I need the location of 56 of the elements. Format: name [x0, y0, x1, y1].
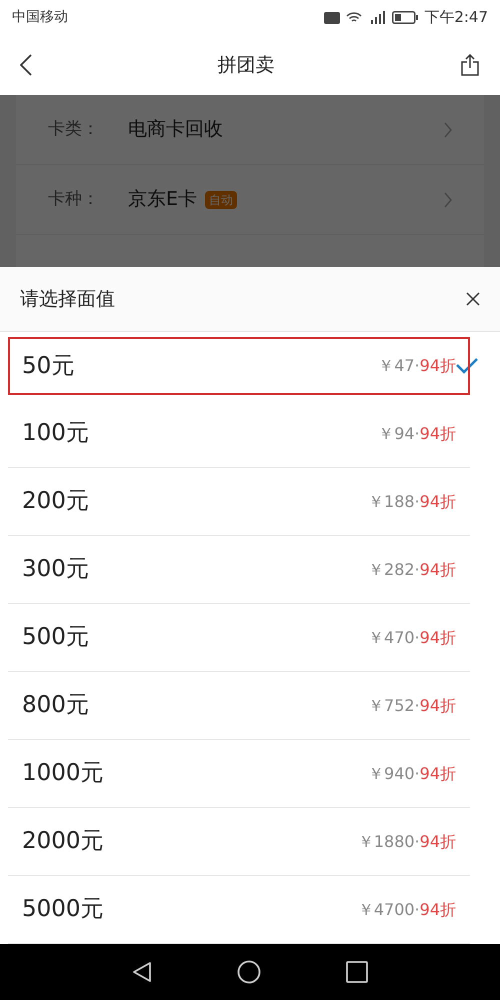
discount-text: 94折	[420, 762, 456, 784]
amount-label: 50元	[22, 352, 76, 381]
checkmark-icon	[456, 358, 478, 374]
amount-label: 800元	[22, 691, 90, 720]
price-text: ￥752·	[368, 694, 420, 716]
page-title: 拼团卖	[218, 52, 274, 78]
price-text: ￥4700·	[358, 898, 420, 920]
field-label: 卡类：	[48, 118, 100, 141]
price-text: ￥282·	[368, 558, 420, 580]
price-text: ￥940·	[368, 762, 420, 784]
price-text: ￥188·	[368, 490, 420, 512]
discount-text: 94折	[420, 558, 456, 580]
share-icon[interactable]	[460, 54, 480, 76]
sheet-title: 请选择面值	[20, 286, 115, 312]
discount-text: 94折	[420, 490, 456, 512]
amount-label: 1000元	[22, 759, 105, 788]
amount-label: 2000元	[22, 827, 105, 856]
price-text: ￥1880·	[358, 830, 420, 852]
discount-text: 94折	[420, 626, 456, 648]
chevron-right-icon	[444, 122, 452, 138]
denomination-option[interactable]: 1000元 ￥940·94折	[8, 740, 470, 808]
price-text: ￥94·	[378, 422, 420, 444]
denomination-option[interactable]: 100元 ￥94·94折	[8, 400, 470, 468]
signal-icon	[368, 11, 386, 24]
discount-text: 94折	[420, 355, 456, 377]
carrier-name: 中国移动	[12, 8, 68, 27]
back-icon[interactable]	[20, 54, 32, 76]
auto-badge: 自动	[205, 190, 238, 208]
clock-time: 下午2:47	[424, 7, 488, 28]
home-nav-icon[interactable]	[237, 960, 261, 984]
amount-label: 5000元	[22, 895, 105, 924]
discount-text: 94折	[420, 898, 456, 920]
back-nav-icon[interactable]	[132, 961, 152, 983]
field-value: 电商卡回收	[128, 117, 223, 142]
amount-label: 200元	[22, 487, 90, 516]
denomination-option[interactable]: 300元 ￥282·94折	[8, 536, 470, 604]
close-icon[interactable]	[466, 292, 480, 306]
discount-text: 94折	[420, 422, 456, 444]
denomination-option[interactable]: 2000元 ￥1880·94折	[8, 808, 470, 876]
field-value: 京东E卡	[128, 187, 198, 212]
amount-label: 300元	[22, 555, 90, 584]
denomination-option[interactable]: 500元 ￥470·94折	[8, 604, 470, 672]
battery-icon	[392, 11, 418, 24]
denomination-option[interactable]: 200元 ￥188·94折	[8, 468, 470, 536]
amount-label: 500元	[22, 623, 90, 652]
wifi-icon	[346, 12, 362, 24]
denomination-option[interactable]: 800元 ￥752·94折	[8, 672, 470, 740]
discount-text: 94折	[420, 830, 456, 852]
denomination-option[interactable]: 50元 ￥47·94折	[8, 337, 470, 395]
chevron-right-icon	[444, 192, 452, 208]
price-text: ￥47·	[378, 355, 420, 377]
discount-text: 94折	[420, 694, 456, 716]
price-text: ￥470·	[368, 626, 420, 648]
recents-nav-icon[interactable]	[346, 961, 368, 983]
field-label: 卡种：	[48, 188, 100, 211]
amount-label: 100元	[22, 419, 90, 448]
